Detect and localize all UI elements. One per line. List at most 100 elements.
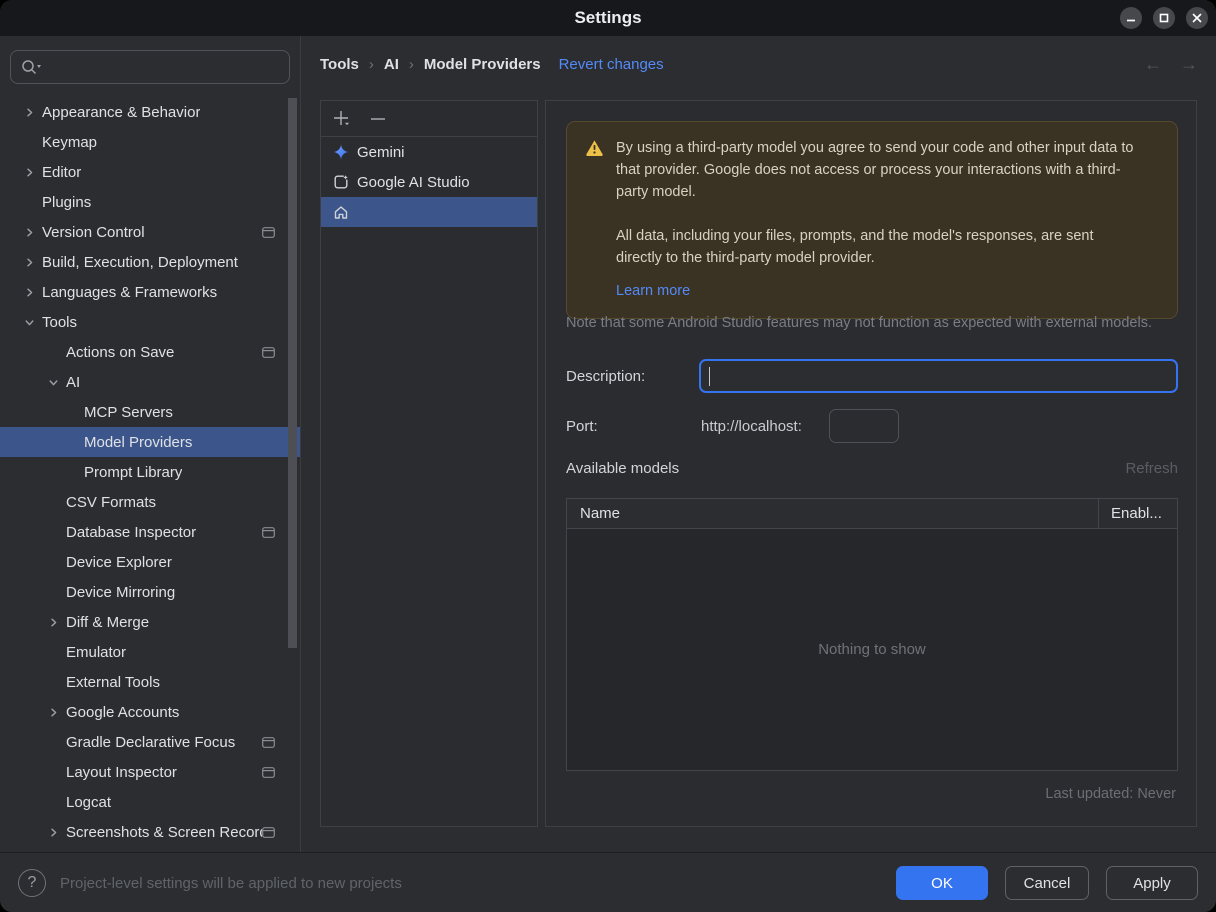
forward-arrow-icon[interactable]: → xyxy=(1180,54,1198,75)
window-controls xyxy=(1120,7,1208,29)
sidebar-item-editor[interactable]: Editor xyxy=(0,157,300,187)
sidebar-item-tools[interactable]: Tools xyxy=(0,307,300,337)
sidebar-item-label: Appearance & Behavior xyxy=(42,103,201,121)
dialog-buttons: OK Cancel Apply xyxy=(896,866,1198,900)
sidebar-item-external-tools[interactable]: External Tools xyxy=(0,667,300,697)
sidebar-item-diff-merge[interactable]: Diff & Merge xyxy=(0,607,300,637)
sidebar-item-gradle-declarative-focus[interactable]: Gradle Declarative Focus xyxy=(0,727,300,757)
sidebar-item-version-control[interactable]: Version Control xyxy=(0,217,300,247)
chevron-right-icon[interactable] xyxy=(40,828,66,837)
sidebar-item-label: Logcat xyxy=(66,793,112,811)
sidebar-item-database-inspector[interactable]: Database Inspector xyxy=(0,517,300,547)
revert-changes-link[interactable]: Revert changes xyxy=(559,56,664,73)
maximize-button[interactable] xyxy=(1153,7,1175,29)
warning-icon xyxy=(586,140,603,156)
chevron-right-icon[interactable] xyxy=(40,708,66,717)
sidebar-item-logcat[interactable]: Logcat xyxy=(0,787,300,817)
remove-provider-button[interactable] xyxy=(367,108,389,130)
description-field[interactable] xyxy=(699,359,1178,393)
sidebar-item-ai[interactable]: AI xyxy=(0,367,300,397)
sidebar-item-prompt-library[interactable]: Prompt Library xyxy=(0,457,300,487)
sidebar-item-languages-frameworks[interactable]: Languages & Frameworks xyxy=(0,277,300,307)
chevron-right-icon[interactable] xyxy=(16,108,42,117)
sidebar-item-label: Build, Execution, Deployment xyxy=(42,253,238,271)
sidebar-item-actions-on-save[interactable]: Actions on Save xyxy=(0,337,300,367)
ok-button[interactable]: OK xyxy=(896,866,988,900)
minimize-icon xyxy=(1127,19,1135,22)
sidebar-item-google-accounts[interactable]: Google Accounts xyxy=(0,697,300,727)
sidebar-item-mcp-servers[interactable]: MCP Servers xyxy=(0,397,300,427)
chevron-right-icon[interactable] xyxy=(16,168,42,177)
sidebar-item-layout-inspector[interactable]: Layout Inspector xyxy=(0,757,300,787)
chevron-down-icon[interactable] xyxy=(16,318,42,327)
add-provider-button[interactable] xyxy=(331,108,353,130)
provider-item-home[interactable] xyxy=(321,197,537,227)
sidebar-item-label: Editor xyxy=(42,163,82,181)
sidebar-scrollbar[interactable] xyxy=(288,98,297,648)
window-title: Settings xyxy=(574,8,642,27)
chevron-right-icon[interactable] xyxy=(16,258,42,267)
sidebar-item-device-mirroring[interactable]: Device Mirroring xyxy=(0,577,300,607)
description-label: Description: xyxy=(566,367,646,385)
chevron-down-icon[interactable] xyxy=(40,378,66,387)
search-input[interactable] xyxy=(43,57,289,77)
breadcrumb-tools[interactable]: Tools xyxy=(320,56,359,73)
provider-item-gemini[interactable]: Gemini xyxy=(321,137,537,167)
settings-window: Settings Appearance & Behavior Keymap Edit… xyxy=(0,0,1216,912)
sidebar-item-build-execution-deployment[interactable]: Build, Execution, Deployment xyxy=(0,247,300,277)
breadcrumb-separator: › xyxy=(408,55,414,73)
warning-paragraph-1: By using a third-party model you agree t… xyxy=(616,140,1134,200)
sidebar-item-model-providers[interactable]: Model Providers xyxy=(0,427,300,457)
search-field[interactable] xyxy=(10,50,290,84)
third-party-warning-banner: By using a third-party model you agree t… xyxy=(566,121,1178,319)
chevron-right-icon[interactable] xyxy=(40,618,66,627)
column-header-name[interactable]: Name xyxy=(567,505,1098,522)
sidebar-item-label: Plugins xyxy=(42,193,92,211)
dialog-footer: ? Project-level settings will be applied… xyxy=(0,852,1216,912)
sidebar-item-label: Languages & Frameworks xyxy=(42,283,218,301)
description-row: Description: xyxy=(566,359,1178,393)
sidebar-item-emulator[interactable]: Emulator xyxy=(0,637,300,667)
sidebar-item-device-explorer[interactable]: Device Explorer xyxy=(0,547,300,577)
sidebar-item-label: Google Accounts xyxy=(66,703,180,721)
sidebar-item-label: Layout Inspector xyxy=(66,763,177,781)
sidebar-item-screenshots-screen-recordi[interactable]: Screenshots & Screen Recordi xyxy=(0,817,300,847)
available-models-row: Available models Refresh xyxy=(566,453,1178,483)
chevron-right-icon[interactable] xyxy=(16,288,42,297)
remove-icon xyxy=(371,117,385,120)
settings-sidebar: Appearance & Behavior Keymap Editor Plugins… xyxy=(0,36,301,852)
port-input[interactable] xyxy=(829,409,899,443)
back-arrow-icon[interactable]: ← xyxy=(1144,54,1162,75)
close-button[interactable] xyxy=(1186,7,1208,29)
per-project-icon xyxy=(262,226,275,238)
search-icon xyxy=(22,60,41,75)
breadcrumb-ai[interactable]: AI xyxy=(384,56,399,73)
empty-table-text: Nothing to show xyxy=(818,641,926,658)
sidebar-item-label: Actions on Save xyxy=(66,343,175,361)
cancel-button[interactable]: Cancel xyxy=(1005,866,1089,900)
close-icon xyxy=(1192,13,1202,23)
provider-item-label: Gemini xyxy=(357,143,405,161)
titlebar: Settings xyxy=(0,0,1216,36)
apply-button[interactable]: Apply xyxy=(1106,866,1198,900)
provider-item-google-ai-studio[interactable]: Google AI Studio xyxy=(321,167,537,197)
sidebar-item-plugins[interactable]: Plugins xyxy=(0,187,300,217)
sidebar-item-label: CSV Formats xyxy=(66,493,157,511)
home-icon xyxy=(333,205,349,220)
breadcrumb-model-providers[interactable]: Model Providers xyxy=(424,56,541,73)
description-input[interactable] xyxy=(709,366,1176,386)
minimize-button[interactable] xyxy=(1120,7,1142,29)
external-models-note: Note that some Android Studio features m… xyxy=(566,315,1152,331)
sidebar-item-label: Database Inspector xyxy=(66,523,197,541)
sidebar-item-label: Diff & Merge xyxy=(66,613,150,631)
sidebar-item-appearance-behavior[interactable]: Appearance & Behavior xyxy=(0,97,300,127)
sidebar-item-keymap[interactable]: Keymap xyxy=(0,127,300,157)
column-header-enabled[interactable]: Enabl... xyxy=(1098,498,1177,529)
question-mark-icon: ? xyxy=(27,874,37,891)
available-models-label: Available models xyxy=(566,459,680,477)
help-button[interactable]: ? xyxy=(18,869,46,897)
learn-more-link[interactable]: Learn more xyxy=(616,280,690,302)
sidebar-item-csv-formats[interactable]: CSV Formats xyxy=(0,487,300,517)
chevron-right-icon[interactable] xyxy=(16,228,42,237)
refresh-link[interactable]: Refresh xyxy=(1125,460,1178,477)
